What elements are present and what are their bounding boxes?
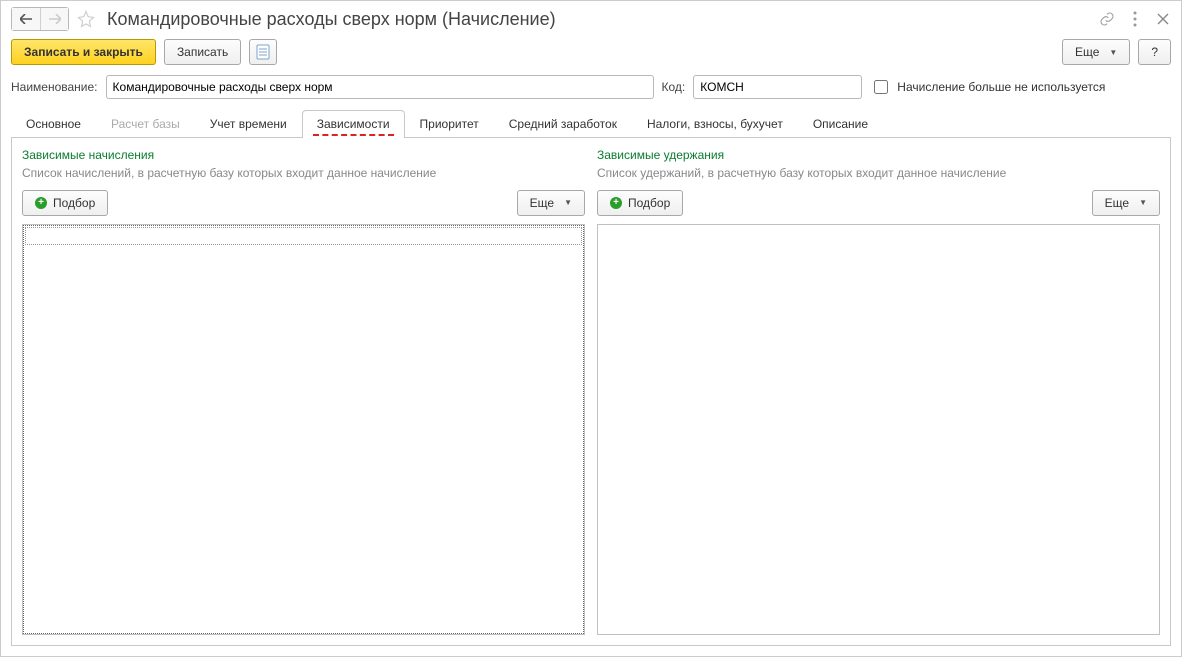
window-title: Командировочные расходы сверх норм (Начи… — [103, 9, 1093, 30]
save-close-button[interactable]: Записать и закрыть — [11, 39, 156, 65]
list-row-selected[interactable] — [25, 227, 582, 245]
name-input[interactable] — [106, 75, 654, 99]
deps-deductions-more-label: Еще — [1105, 196, 1129, 210]
more-button[interactable]: Еще ▼ — [1062, 39, 1130, 65]
save-close-label: Записать и закрыть — [24, 45, 143, 59]
deps-accruals-toolbar: + Подбор Еще ▼ — [22, 190, 585, 216]
code-label: Код: — [662, 80, 686, 94]
deps-accruals-col: Зависимые начисления Список начислений, … — [22, 148, 585, 635]
deps-accruals-list[interactable] — [22, 224, 585, 635]
kebab-menu-icon[interactable] — [1127, 11, 1143, 27]
code-input[interactable] — [693, 75, 862, 99]
toolbar: Записать и закрыть Записать Еще ▼ ? — [1, 35, 1181, 75]
chevron-down-icon: ▼ — [1109, 48, 1117, 57]
tab-avg[interactable]: Средний заработок — [494, 110, 632, 138]
help-label: ? — [1151, 45, 1158, 59]
link-icon[interactable] — [1099, 11, 1115, 27]
document-icon — [256, 44, 270, 60]
plus-icon: + — [610, 197, 622, 209]
close-icon[interactable] — [1155, 11, 1171, 27]
plus-icon: + — [35, 197, 47, 209]
deps-deductions-col: Зависимые удержания Список удержаний, в … — [597, 148, 1160, 635]
save-button[interactable]: Записать — [164, 39, 241, 65]
tab-body: Зависимые начисления Список начислений, … — [11, 138, 1171, 646]
deps-deductions-desc: Список удержаний, в расчетную базу котор… — [597, 166, 1160, 182]
help-button[interactable]: ? — [1138, 39, 1171, 65]
deps-deductions-pick-label: Подбор — [628, 196, 670, 210]
deps-deductions-title: Зависимые удержания — [597, 148, 1160, 162]
deps-accruals-pick-label: Подбор — [53, 196, 95, 210]
deps-accruals-desc: Список начислений, в расчетную базу кото… — [22, 166, 585, 182]
name-label: Наименование: — [11, 80, 98, 94]
tab-time[interactable]: Учет времени — [195, 110, 302, 138]
form-row: Наименование: Код: Начисление больше не … — [1, 75, 1181, 109]
save-label: Записать — [177, 45, 228, 59]
tab-main[interactable]: Основное — [11, 110, 96, 138]
forward-button[interactable] — [40, 8, 68, 30]
tab-tax[interactable]: Налоги, взносы, бухучет — [632, 110, 798, 138]
nav-buttons — [11, 7, 69, 31]
tab-deps[interactable]: Зависимости — [302, 110, 405, 138]
inactive-checkbox[interactable] — [874, 80, 888, 94]
tab-priority[interactable]: Приоритет — [405, 110, 494, 138]
deps-accruals-more-label: Еще — [530, 196, 554, 210]
more-label: Еще — [1075, 45, 1099, 59]
deps-deductions-more-button[interactable]: Еще ▼ — [1092, 190, 1160, 216]
deps-accruals-more-button[interactable]: Еще ▼ — [517, 190, 585, 216]
report-button[interactable] — [249, 39, 277, 65]
tab-desc[interactable]: Описание — [798, 110, 883, 138]
title-icons — [1099, 11, 1171, 27]
deps-accruals-title: Зависимые начисления — [22, 148, 585, 162]
deps-deductions-list[interactable] — [597, 224, 1160, 635]
deps-deductions-toolbar: + Подбор Еще ▼ — [597, 190, 1160, 216]
tabs: Основное Расчет базы Учет времени Зависи… — [11, 109, 1171, 138]
arrow-left-icon — [20, 14, 32, 24]
deps-deductions-pick-button[interactable]: + Подбор — [597, 190, 683, 216]
favorite-star-icon[interactable] — [75, 8, 97, 30]
tab-baza: Расчет базы — [96, 110, 195, 138]
window: Командировочные расходы сверх норм (Начи… — [0, 0, 1182, 657]
titlebar: Командировочные расходы сверх норм (Начи… — [1, 1, 1181, 35]
deps-accruals-pick-button[interactable]: + Подбор — [22, 190, 108, 216]
arrow-right-icon — [49, 14, 61, 24]
chevron-down-icon: ▼ — [1139, 198, 1147, 207]
chevron-down-icon: ▼ — [564, 198, 572, 207]
back-button[interactable] — [12, 8, 40, 30]
inactive-checkbox-wrap[interactable]: Начисление больше не используется — [870, 77, 1105, 97]
inactive-label: Начисление больше не используется — [897, 80, 1105, 94]
